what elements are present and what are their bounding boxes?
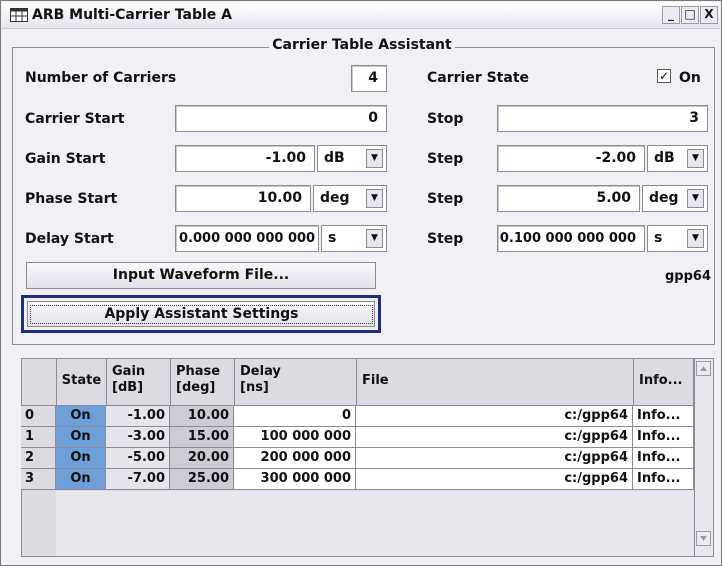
file-cell[interactable]: c:/gpp64 <box>356 448 633 469</box>
delay-start-unit-value: s <box>328 230 337 246</box>
input-waveform-file-button[interactable]: Input Waveform File... <box>26 262 376 289</box>
gain-step-unit-select[interactable]: dB ▼ <box>647 145 708 172</box>
table-corner-header <box>22 359 57 406</box>
file-cell[interactable]: c:/gpp64 <box>356 406 633 427</box>
delay-cell[interactable]: 200 000 000 <box>234 448 356 469</box>
gain-step-unit-value: dB <box>654 150 675 166</box>
chevron-down-icon[interactable]: ▼ <box>366 149 383 168</box>
scroll-down-arrow-icon[interactable] <box>696 531 711 546</box>
delay-start-label: Delay Start <box>25 231 114 247</box>
info-cell[interactable]: Info... <box>633 406 694 427</box>
delay-cell[interactable]: 0 <box>234 406 356 427</box>
delay-step-unit-value: s <box>654 230 663 246</box>
gain-header-unit: [dB] <box>112 380 144 395</box>
row-index: 0 <box>21 406 56 427</box>
row-index: 2 <box>21 448 56 469</box>
title-bar[interactable]: ARB Multi-Carrier Table A _ □ X <box>2 2 720 29</box>
info-cell[interactable]: Info... <box>633 469 694 490</box>
phase-header-label: Phase <box>176 364 221 379</box>
carrier-start-input[interactable]: 0 <box>175 105 387 132</box>
gain-cell[interactable]: -1.00 <box>106 406 170 427</box>
phase-cell[interactable]: 15.00 <box>170 427 234 448</box>
carrier-stop-label: Stop <box>427 111 464 127</box>
file-cell[interactable]: c:/gpp64 <box>356 427 633 448</box>
phase-start-label: Phase Start <box>25 191 118 207</box>
chevron-down-icon[interactable]: ▼ <box>687 149 704 168</box>
phase-start-unit-select[interactable]: deg ▼ <box>313 185 387 212</box>
state-cell[interactable]: On <box>56 469 106 490</box>
file-cell[interactable]: c:/gpp64 <box>356 469 633 490</box>
delay-step-unit-select[interactable]: s ▼ <box>647 225 708 252</box>
gain-start-unit-select[interactable]: dB ▼ <box>317 145 387 172</box>
arb-multicarrier-window: ARB Multi-Carrier Table A _ □ X Carrier … <box>0 0 722 566</box>
state-cell[interactable]: On <box>56 448 106 469</box>
delay-header-unit: [ns] <box>240 380 269 395</box>
minimize-button[interactable]: _ <box>662 6 680 24</box>
state-cell[interactable]: On <box>56 427 106 448</box>
delay-start-input[interactable]: 0.000 000 000 000 <box>175 225 319 252</box>
column-header-file[interactable]: File <box>357 359 634 406</box>
gain-cell[interactable]: -7.00 <box>106 469 170 490</box>
info-cell[interactable]: Info... <box>633 427 694 448</box>
column-header-info[interactable]: Info... <box>634 359 694 406</box>
phase-header-unit: [deg] <box>176 380 216 395</box>
gain-start-input[interactable]: -1.00 <box>175 145 315 172</box>
phase-step-unit-select[interactable]: deg ▼ <box>642 185 708 212</box>
phase-cell[interactable]: 25.00 <box>170 469 234 490</box>
carrier-start-label: Carrier Start <box>25 111 125 127</box>
table-scrollbar[interactable] <box>694 359 713 556</box>
maximize-button[interactable]: □ <box>681 6 699 24</box>
phase-step-label: Step <box>427 191 464 207</box>
column-header-state[interactable]: State <box>57 359 107 406</box>
number-of-carriers-input[interactable]: 4 <box>351 65 387 92</box>
gain-header-label: Gain <box>112 364 146 379</box>
phase-cell[interactable]: 10.00 <box>170 406 234 427</box>
chevron-down-icon[interactable]: ▼ <box>687 229 704 248</box>
phase-start-input[interactable]: 10.00 <box>175 185 311 212</box>
table-empty-area <box>56 491 694 556</box>
row-index: 3 <box>21 469 56 490</box>
gain-start-label: Gain Start <box>25 151 106 167</box>
window-title: ARB Multi-Carrier Table A <box>32 7 232 23</box>
column-header-delay[interactable]: Delay [ns] <box>235 359 357 406</box>
phase-step-input[interactable]: 5.00 <box>497 185 640 212</box>
carrier-state-checkbox[interactable]: ✓ <box>657 69 671 83</box>
gain-cell[interactable]: -3.00 <box>106 427 170 448</box>
phase-step-unit-value: deg <box>649 190 679 206</box>
gain-step-input[interactable]: -2.00 <box>497 145 645 172</box>
delay-start-unit-select[interactable]: s ▼ <box>321 225 387 252</box>
apply-assistant-settings-focus: Apply Assistant Settings <box>21 295 381 333</box>
number-of-carriers-label: Number of Carriers <box>25 70 177 86</box>
apply-assistant-settings-label: Apply Assistant Settings <box>30 305 373 324</box>
delay-step-label: Step <box>427 231 464 247</box>
chevron-down-icon[interactable]: ▼ <box>366 229 383 248</box>
row-index: 1 <box>21 427 56 448</box>
phase-cell[interactable]: 20.00 <box>170 448 234 469</box>
chevron-down-icon[interactable]: ▼ <box>366 189 383 208</box>
table-app-icon <box>10 8 28 22</box>
delay-cell[interactable]: 100 000 000 <box>234 427 356 448</box>
waveform-name: gpp64 <box>665 269 712 284</box>
delay-step-input[interactable]: 0.100 000 000 000 <box>497 225 645 252</box>
delay-cell[interactable]: 300 000 000 <box>234 469 356 490</box>
phase-start-unit-value: deg <box>320 190 350 206</box>
column-header-phase[interactable]: Phase [deg] <box>171 359 235 406</box>
group-title: Carrier Table Assistant <box>1 37 722 53</box>
chevron-down-icon[interactable]: ▼ <box>687 189 704 208</box>
carrier-state-label: Carrier State <box>427 70 530 86</box>
close-button[interactable]: X <box>700 6 718 24</box>
carrier-stop-input[interactable]: 3 <box>497 105 708 132</box>
scroll-up-arrow-icon[interactable] <box>696 361 711 376</box>
state-cell[interactable]: On <box>56 406 106 427</box>
carrier-state-on-label: On <box>679 70 701 86</box>
apply-assistant-settings-button[interactable]: Apply Assistant Settings <box>27 301 375 327</box>
column-header-gain[interactable]: Gain [dB] <box>107 359 171 406</box>
info-cell[interactable]: Info... <box>633 448 694 469</box>
gain-cell[interactable]: -5.00 <box>106 448 170 469</box>
delay-header-label: Delay <box>240 364 281 379</box>
gain-step-label: Step <box>427 151 464 167</box>
gain-start-unit-value: dB <box>324 150 345 166</box>
